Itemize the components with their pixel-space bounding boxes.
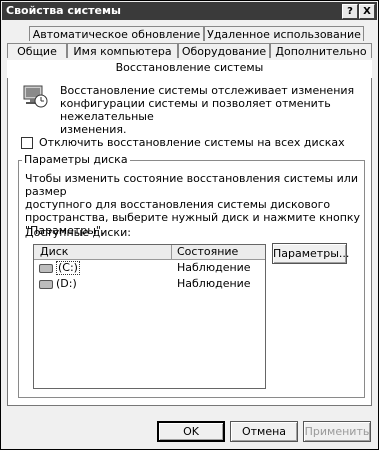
tab-computer-name[interactable]: Имя компьютера [67,43,178,58]
column-divider [171,245,172,259]
settings-button[interactable]: Параметры... [272,243,349,264]
list-header: Диск Состояние [34,245,265,260]
intro-line-2: конфигурации системы и позволяет отменит… [60,97,331,123]
column-disk[interactable]: Диск [40,245,68,259]
hard-drive-icon [39,264,53,273]
hard-drive-icon [39,280,53,289]
available-disks-label: Доступные диски: [25,226,131,239]
tab-system-restore[interactable]: Восстановление системы [7,60,372,78]
intro-text: Восстановление системы отслеживает измен… [60,84,371,136]
tab-advanced[interactable]: Дополнительно [270,43,372,58]
disk-list[interactable]: Диск Состояние (C:) Наблюдение (D:) Набл… [33,244,266,389]
row-disk: (D:) [56,277,77,290]
cancel-button[interactable]: Отмена [230,421,298,442]
window-title: Свойства системы [6,4,121,17]
row-disk: (C:) [56,261,80,275]
intro-line-3: изменения. [60,123,127,136]
table-row[interactable]: (D:) Наблюдение [34,277,265,291]
system-properties-window: Свойства системы ? X Автоматическое обно… [0,0,379,450]
tab-auto-update[interactable]: Автоматическое обновление [29,26,204,41]
title-bar[interactable]: Свойства системы ? X [2,2,377,20]
desc-line-1: Чтобы изменить состояние восстановления … [25,172,358,198]
row-state: Наблюдение [177,277,251,290]
tab-hardware[interactable]: Оборудование [178,43,270,58]
disable-restore-checkbox[interactable] [21,137,33,149]
tab-remote[interactable]: Удаленное использование [204,26,364,41]
apply-button[interactable]: Применить [303,421,371,442]
column-state[interactable]: Состояние [177,245,238,259]
tab-general[interactable]: Общие [7,43,67,58]
desc-line-3: пространства, выберите нужный диск и наж… [25,211,361,224]
row-state: Наблюдение [177,261,251,274]
system-restore-panel: Восстановление системы отслеживает измен… [7,61,372,406]
intro-line-1: Восстановление системы отслеживает измен… [60,84,355,97]
desc-line-2: доступного для восстановления системы ди… [25,198,331,211]
ok-button[interactable]: OK [157,421,225,442]
disable-restore-label[interactable]: Отключить восстановление системы на всех… [39,136,345,149]
close-button[interactable]: X [359,4,375,19]
table-row[interactable]: (C:) Наблюдение [34,261,265,275]
system-restore-icon [21,82,49,110]
help-button[interactable]: ? [342,4,358,19]
disk-params-legend: Параметры диска [22,153,130,166]
